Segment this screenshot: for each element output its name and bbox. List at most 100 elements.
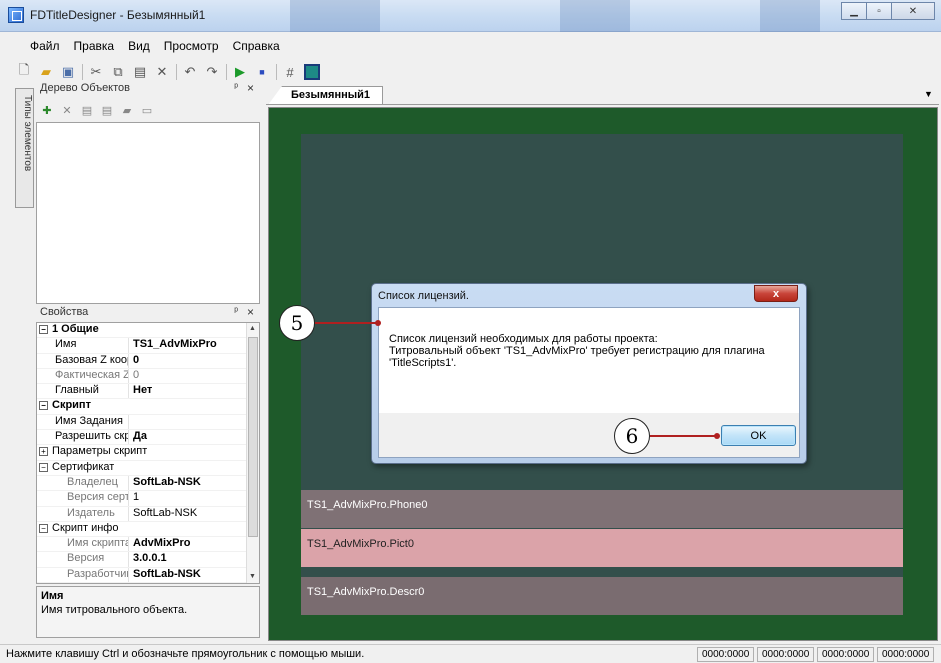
- collapse-icon[interactable]: −: [39, 462, 48, 472]
- property-row[interactable]: − Скрипт инфо: [37, 522, 259, 538]
- property-row[interactable]: Разработчик SoftLab-NSK: [37, 567, 259, 583]
- ok-button[interactable]: OK: [721, 425, 796, 446]
- collapse-icon[interactable]: −: [39, 401, 48, 411]
- property-row[interactable]: − Сертификат: [37, 461, 259, 476]
- export-icon[interactable]: ▭: [140, 103, 154, 117]
- collapse-icon[interactable]: −: [39, 325, 48, 334]
- menu-preview[interactable]: Просмотр: [164, 39, 219, 59]
- property-row[interactable]: Издатель SoftLab-NSK: [37, 506, 259, 522]
- property-row[interactable]: Имя скрипта AdvMixPro: [37, 537, 259, 553]
- save-icon[interactable]: ▣: [60, 64, 76, 80]
- callout-marker: 6: [614, 418, 650, 454]
- property-row[interactable]: Версия 3.0.0.1: [37, 552, 259, 568]
- property-value[interactable]: Нет: [129, 384, 259, 398]
- properties-header: Свойства ᵖ ×: [36, 305, 260, 322]
- pin-icon[interactable]: ᵖ: [234, 306, 238, 317]
- property-value[interactable]: [129, 415, 259, 429]
- app-icon: [8, 7, 24, 23]
- object-tree-toolbar: ✚ ✕ ▤ ▤ ▰ ▭: [36, 100, 260, 120]
- copy-icon[interactable]: ⧉: [110, 64, 126, 80]
- scroll-down-icon[interactable]: ▼: [249, 573, 256, 580]
- status-bar: Нажмите клавишу Ctrl и обозначьте прямоу…: [0, 644, 941, 663]
- menu-edit[interactable]: Правка: [74, 39, 115, 59]
- property-value[interactable]: SoftLab-NSK: [129, 476, 259, 490]
- properties-scrollbar[interactable]: ▲ ▼: [246, 323, 259, 583]
- canvas-object[interactable]: TS1_AdvMixPro.Pict0: [301, 529, 903, 567]
- property-row[interactable]: Имя Задания: [37, 414, 259, 431]
- scroll-up-icon[interactable]: ▲: [249, 325, 256, 332]
- property-name: Главный: [37, 384, 129, 399]
- menu-file[interactable]: Файл: [30, 39, 60, 59]
- property-row[interactable]: + Параметры скрипт: [37, 445, 259, 461]
- close-icon[interactable]: x: [754, 285, 798, 302]
- maximize-button[interactable]: ▫: [866, 2, 892, 20]
- dialog-footer: OK: [378, 413, 800, 458]
- property-row[interactable]: Владелец SoftLab-NSK: [37, 475, 259, 492]
- callout-line: [650, 435, 716, 437]
- menu-help[interactable]: Справка: [233, 39, 280, 59]
- dialog-line: Титровальный объект 'TS1_AdvMixPro' треб…: [389, 345, 765, 357]
- property-row[interactable]: Имя TS1_AdvMixPro: [37, 338, 259, 354]
- property-name-text: Параметры скрипт: [52, 445, 148, 458]
- redo-icon[interactable]: ↷: [204, 64, 220, 80]
- property-row[interactable]: −1 Общие: [37, 323, 259, 339]
- properties-title: Свойства: [40, 306, 89, 318]
- object-tree[interactable]: [36, 122, 260, 304]
- status-coordinate: 0000:0000: [757, 647, 815, 662]
- stop-icon[interactable]: ■: [254, 64, 270, 80]
- property-row[interactable]: Базовая Z коорди0: [37, 353, 259, 369]
- import-icon[interactable]: ▰: [120, 103, 134, 117]
- close-icon[interactable]: ×: [247, 305, 254, 319]
- property-name: Имя Задания: [37, 414, 129, 430]
- property-value[interactable]: 0: [129, 354, 259, 368]
- scroll-thumb[interactable]: [248, 337, 258, 537]
- property-value[interactable]: 1: [129, 491, 259, 505]
- property-row[interactable]: Разрешить скриптДа: [37, 430, 259, 446]
- delete-object-icon[interactable]: ✕: [60, 103, 74, 117]
- play-icon[interactable]: ▶: [232, 64, 248, 80]
- menu-view[interactable]: Вид: [128, 39, 150, 59]
- title-bar-blur: [760, 0, 820, 32]
- undo-icon[interactable]: ↶: [182, 64, 198, 80]
- close-icon[interactable]: ×: [247, 81, 254, 95]
- collapse-icon[interactable]: −: [39, 523, 48, 533]
- property-value[interactable]: 0: [129, 369, 259, 383]
- close-window-button[interactable]: ✕: [891, 2, 935, 20]
- minimize-button[interactable]: ▁: [841, 2, 867, 20]
- expand-icon[interactable]: +: [39, 447, 48, 457]
- property-row[interactable]: Главный Нет: [37, 384, 259, 400]
- paste-icon[interactable]: ▤: [132, 64, 148, 80]
- property-row[interactable]: − Скрипт: [37, 399, 259, 415]
- add-object-icon[interactable]: ✚: [40, 103, 54, 117]
- property-value[interactable]: TS1_AdvMixPro: [129, 338, 259, 352]
- property-value[interactable]: 3.0.0.1: [129, 552, 259, 566]
- frame-icon[interactable]: [304, 64, 320, 80]
- move-down-icon[interactable]: ▤: [100, 103, 114, 117]
- canvas-object[interactable]: TS1_AdvMixPro.Descr0: [301, 577, 903, 615]
- chevron-down-icon[interactable]: ▼: [924, 89, 933, 99]
- element-types-tab[interactable]: Типы элементов: [15, 88, 34, 208]
- property-value[interactable]: Да: [129, 430, 259, 444]
- new-icon[interactable]: 🗋: [16, 62, 32, 80]
- window-title: FDTitleDesigner - Безымянный1: [30, 8, 206, 22]
- delete-icon[interactable]: ✕: [154, 64, 170, 80]
- canvas-object[interactable]: TS1_AdvMixPro.Phone0: [301, 490, 903, 528]
- property-row[interactable]: Версия сертифи1: [37, 491, 259, 507]
- property-row[interactable]: Фактическая Z ко0: [37, 368, 259, 385]
- property-name: − Скрипт инфо: [37, 522, 118, 536]
- cut-icon[interactable]: ✂: [88, 64, 104, 80]
- grid-icon[interactable]: #: [282, 64, 298, 80]
- move-up-icon[interactable]: ▤: [80, 103, 94, 117]
- dialog-line: Список лицензий необходимых для работы п…: [389, 333, 658, 345]
- pin-icon[interactable]: ᵖ: [234, 82, 238, 93]
- callout-dot: [375, 320, 381, 326]
- properties-grid[interactable]: −1 ОбщиеИмяTS1_AdvMixProБазовая Z коорди…: [36, 322, 260, 584]
- property-value[interactable]: SoftLab-NSK: [129, 507, 259, 521]
- property-value[interactable]: SoftLab-NSK: [129, 568, 259, 582]
- document-tab[interactable]: Безымянный1: [268, 86, 384, 105]
- property-name-text: Имя скрипта: [67, 537, 129, 550]
- property-name: − Сертификат: [37, 461, 114, 475]
- callout-marker: 5: [279, 305, 315, 341]
- open-icon[interactable]: ▰: [38, 64, 54, 80]
- property-value[interactable]: AdvMixPro: [129, 537, 259, 551]
